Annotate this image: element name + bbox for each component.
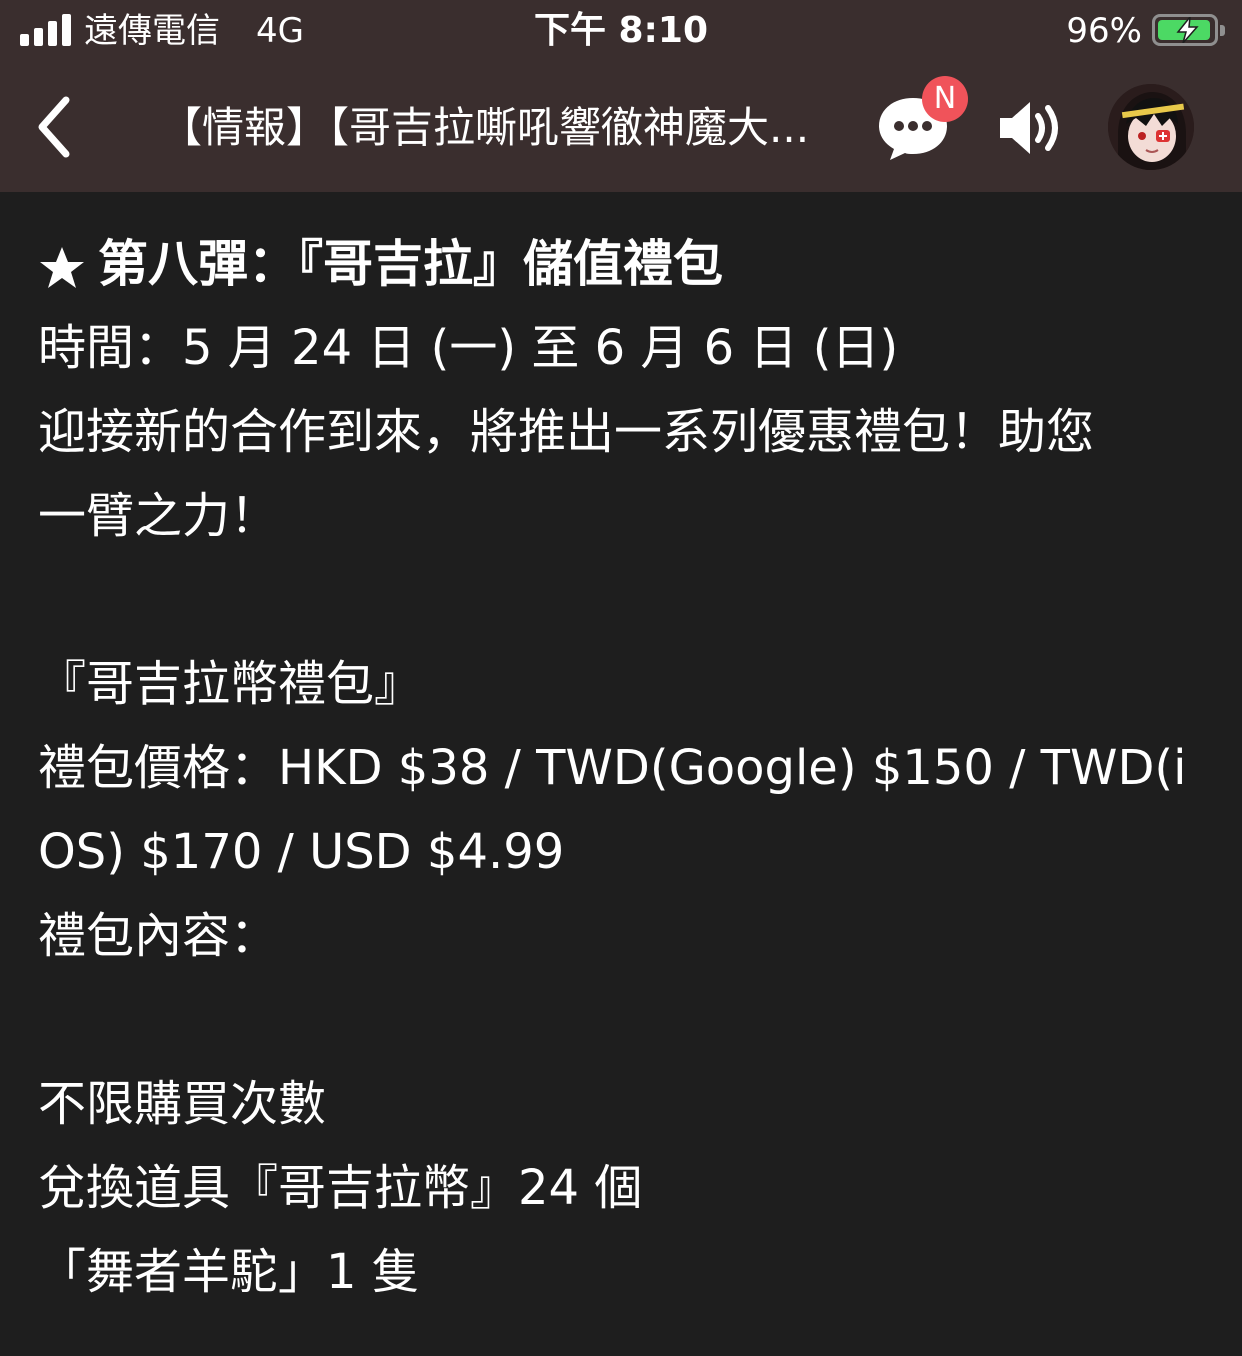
chat-button[interactable]: N — [876, 76, 968, 162]
pack-price: 禮包價格：HKD $38 / TWD(Google) $150 / TWD(i — [38, 740, 1187, 796]
nav-bar: 【情報】【哥吉拉嘶吼響徹神魔大... N — [0, 64, 1242, 192]
heading-text: 第八彈：『哥吉拉』儲值禮包 — [98, 235, 723, 293]
speaker-button[interactable] — [996, 96, 1068, 160]
pack-item: 兌換道具『哥吉拉幣』24 個 — [38, 1160, 643, 1216]
speaker-icon — [1000, 102, 1058, 154]
section-heading: 第八彈：『哥吉拉』儲值禮包 — [38, 222, 1208, 306]
pack-price-continued: OS) $170 / USD $4.99 — [38, 824, 565, 880]
avatar-image — [1108, 84, 1194, 170]
pack-contents-label: 禮包內容： — [38, 908, 279, 964]
screen: 遠傳電信 4G 下午 8:10 96% 【情報】【哥吉拉嘶吼響徹神魔大... N… — [0, 0, 1242, 1356]
purchase-limit: 不限購買次數 — [38, 1076, 327, 1132]
battery-percentage: 96% — [1066, 11, 1142, 51]
back-button[interactable] — [30, 94, 86, 160]
chevron-left-icon — [38, 96, 70, 158]
pack-item: 「舞者羊駝」1 隻 — [38, 1244, 420, 1300]
status-bar: 遠傳電信 4G 下午 8:10 96% — [0, 0, 1242, 64]
status-time: 下午 8:10 — [533, 10, 709, 51]
pack-name: 『哥吉拉幣禮包』 — [38, 656, 423, 712]
event-time: 時間：5 月 24 日 (一) 至 6 月 6 日 (日) — [38, 320, 899, 376]
intro-text: 迎接新的合作到來，將推出一系列優惠禮包！助您 — [38, 404, 1095, 460]
notification-badge: N — [922, 76, 968, 122]
article-body: 第八彈：『哥吉拉』儲值禮包 時間：5 月 24 日 (一) 至 6 月 6 日 … — [38, 222, 1208, 1314]
battery-icon — [1152, 14, 1225, 46]
user-avatar[interactable] — [1108, 84, 1194, 170]
star-icon — [40, 246, 84, 288]
charging-bolt-icon — [1176, 17, 1199, 43]
intro-text-continued: 一臂之力！ — [38, 488, 279, 544]
page-title: 【情報】【哥吉拉嘶吼響徹神魔大... — [160, 103, 810, 152]
